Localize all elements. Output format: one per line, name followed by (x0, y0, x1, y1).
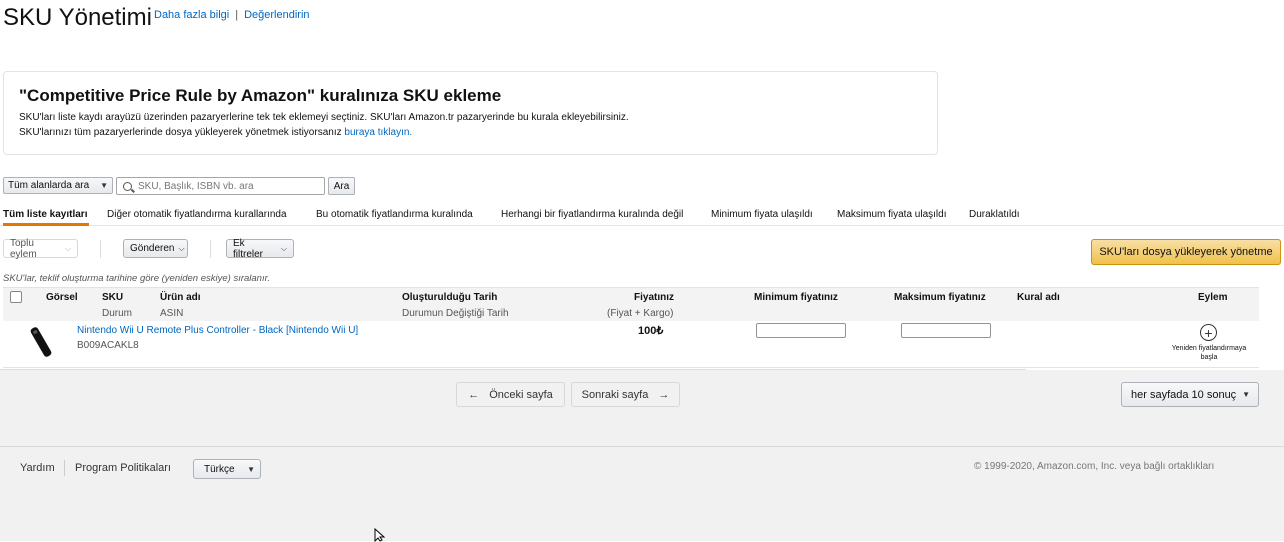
restart-repricing-label[interactable]: Yeniden fiyatlandırmaya başla (1165, 344, 1253, 362)
arrow-left-icon: ← (468, 388, 480, 401)
chevron-down-icon: ▼ (100, 181, 108, 190)
tabs-divider (0, 225, 1284, 226)
prev-page-label: Önceki sayfa (489, 388, 553, 401)
search-input[interactable]: SKU, Başlık, ISBN vb. ara (116, 177, 325, 195)
search-placeholder: SKU, Başlık, ISBN vb. ara (138, 180, 254, 192)
info-card: "Competitive Price Rule by Amazon" kural… (3, 71, 938, 155)
policies-link[interactable]: Program Politikaları (75, 462, 171, 474)
col-created[interactable]: Oluşturulduğu Tarih (402, 292, 497, 303)
footer-separator (64, 460, 65, 476)
tab-max-reached[interactable]: Maksimum fiyata ulaşıldı (837, 209, 946, 220)
footer-divider (0, 446, 1284, 447)
active-tab-indicator (3, 223, 89, 226)
extra-filters-button[interactable]: Ek filtreler ⌵ (226, 237, 294, 260)
col-product[interactable]: Ürün adı (160, 292, 201, 303)
tab-this-rule[interactable]: Bu otomatik fiyatlandırma kuralında (316, 209, 473, 220)
header-links: Daha fazla bilgi | Değerlendirin (154, 9, 310, 21)
col-status-changed[interactable]: Durumun Değiştiği Tarih (402, 308, 509, 319)
bulk-action-select[interactable]: Toplu eylem ⌵ (3, 237, 78, 260)
page-title: SKU Yönetimi (3, 4, 152, 31)
prev-page-button[interactable]: ← Önceki sayfa (456, 382, 565, 407)
chevron-down-icon: ▼ (1242, 390, 1250, 399)
divider (210, 240, 211, 258)
upload-skus-button[interactable]: SKU'ları dosya yükleyerek yönetme (1091, 239, 1281, 265)
tab-no-rule[interactable]: Herhangi bir fiyatlandırma kuralında değ… (501, 209, 683, 220)
col-asin[interactable]: ASIN (160, 308, 183, 319)
col-image: Görsel (46, 292, 78, 303)
info-card-line2-text: SKU'larınızı tüm pazaryerlerinde dosya y… (19, 127, 345, 138)
price-value: 100₺ (638, 325, 664, 337)
info-card-line1: SKU'ları liste kaydı arayüzü üzerinden p… (19, 112, 629, 123)
rate-link[interactable]: Değerlendirin (244, 9, 309, 21)
col-max-price[interactable]: Maksimum fiyatınız (894, 292, 986, 303)
sender-filter[interactable]: Gönderen ⌵ (123, 239, 188, 258)
help-link[interactable]: Yardım (20, 462, 55, 474)
info-card-line2: SKU'larınızı tüm pazaryerlerinde dosya y… (19, 127, 412, 138)
header-separator: | (235, 9, 239, 21)
max-price-input[interactable] (901, 323, 991, 338)
product-title-link[interactable]: Nintendo Wii U Remote Plus Controller - … (77, 325, 358, 336)
info-card-title: "Competitive Price Rule by Amazon" kural… (19, 86, 502, 105)
tab-paused[interactable]: Duraklatıldı (969, 209, 1020, 220)
divider (100, 240, 101, 258)
search-scope-select[interactable]: Tüm alanlarda ara ▼ (3, 177, 113, 194)
mouse-cursor-icon (374, 528, 386, 542)
sort-note: SKU'lar, teklif oluşturma tarihine göre … (3, 273, 271, 284)
click-here-link[interactable]: buraya tıklayın. (344, 127, 412, 138)
learn-more-link[interactable]: Daha fazla bilgi (154, 9, 229, 21)
col-sku[interactable]: SKU (102, 292, 123, 303)
col-min-price[interactable]: Minimum fiyatınız (754, 292, 838, 303)
tab-other-rules[interactable]: Diğer otomatik fiyatlandırma kurallarınd… (107, 209, 287, 220)
search-icon (123, 181, 132, 191)
next-page-button[interactable]: Sonraki sayfa → (571, 382, 680, 407)
col-price-sub: (Fiyat + Kargo) (607, 308, 674, 319)
copyright: © 1999-2020, Amazon.com, Inc. veya bağlı… (974, 461, 1215, 472)
sender-filter-label: Gönderen (130, 243, 175, 254)
chevron-down-icon: ⌵ (178, 243, 185, 253)
next-page-label: Sonraki sayfa (581, 388, 649, 401)
tab-min-reached[interactable]: Minimum fiyata ulaşıldı (711, 209, 813, 220)
arrow-right-icon: → (658, 388, 670, 401)
product-thumbnail[interactable] (26, 325, 56, 359)
language-value: Türkçe (204, 463, 235, 475)
search-scope-value: Tüm alanlarda ara (8, 180, 90, 191)
search-button[interactable]: Ara (328, 177, 355, 195)
col-status[interactable]: Durum (102, 308, 132, 319)
min-price-input[interactable] (756, 323, 846, 338)
tab-all-listings[interactable]: Tüm liste kayıtları (3, 209, 87, 220)
per-page-select[interactable]: her sayfada 10 sonuç ▼ (1121, 382, 1259, 407)
add-circle-icon[interactable]: + (1200, 324, 1217, 341)
product-asin: B009ACAKL8 (77, 340, 139, 351)
chevron-down-icon: ▼ (247, 464, 255, 474)
select-all-checkbox[interactable] (10, 291, 22, 303)
chevron-down-icon: ⌵ (280, 243, 287, 253)
language-select[interactable]: Türkçe ▼ (193, 459, 261, 479)
per-page-value: her sayfada 10 sonuç (1131, 388, 1237, 401)
chevron-down-icon: ⌵ (64, 243, 71, 253)
extra-filters-label: Ek filtreler (233, 237, 264, 260)
col-action: Eylem (1198, 292, 1228, 303)
col-rule: Kural adı (1017, 292, 1060, 303)
col-price[interactable]: Fiyatınız (634, 292, 674, 303)
bulk-action-label: Toplu eylem (10, 237, 37, 260)
